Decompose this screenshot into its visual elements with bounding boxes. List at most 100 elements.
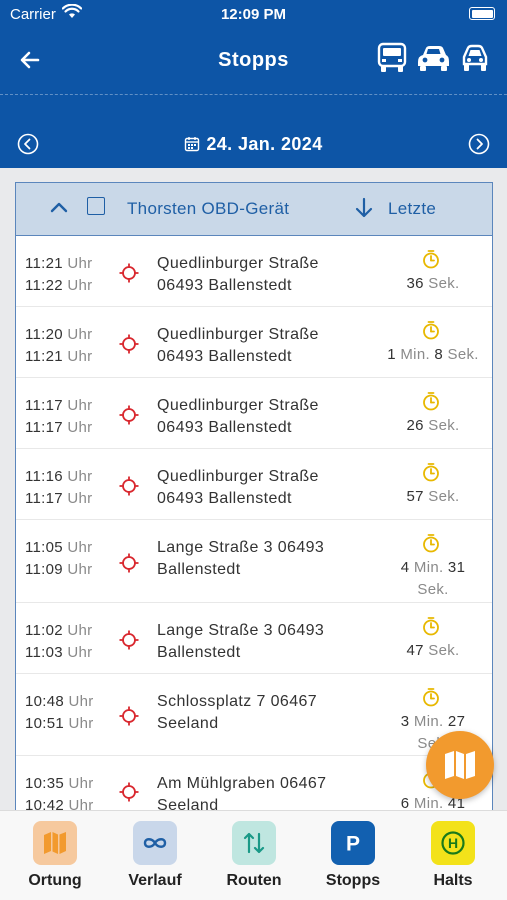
time-unit: Uhr [67,348,93,365]
location-target-icon[interactable] [118,475,140,497]
tab-routen[interactable]: Routen [209,821,299,890]
stopwatch-icon [423,534,439,553]
tab-label: Stopps [325,872,381,889]
address-street: Quedlinburger Straße [157,468,319,485]
time-unit: Uhr [68,775,94,792]
stopwatch-icon [423,392,439,411]
tab-label: Verlauf [128,872,182,889]
stop-times: 11:20 Uhr 11:21 Uhr [25,324,92,368]
stop-address: Quedlinburger Straße 06493 Ballenstedt [157,253,357,297]
location-target-icon[interactable] [118,333,140,355]
duration-line-1: 57 Sek. [406,488,460,505]
tab-ortung[interactable]: Ortung [10,821,100,890]
start-time: 11:16 [25,468,63,485]
location-target-icon[interactable] [118,781,140,803]
stopwatch-icon [423,250,439,269]
time-unit: Uhr [67,419,93,436]
stop-duration: 47 Sek. [371,640,492,662]
stop-row[interactable]: 11:02 Uhr 11:03 Uhr Lange Straße 3 06493 Ba… [16,603,492,674]
sort-label[interactable]: Letzte [388,199,436,219]
address-city: 06493 Ballenstedt [157,419,292,436]
stop-row[interactable]: 11:21 Uhr 11:22 Uhr Quedlinburger Straße 06… [16,236,492,307]
stop-times: 10:48 Uhr 10:51 Uhr [25,691,94,735]
duration-line-2: Sek. [417,581,449,598]
route-swap-icon [232,821,276,865]
stop-duration: 26 Sek. [371,415,492,437]
stopwatch-icon [423,321,439,340]
stop-address: Schlossplatz 7 06467 Seeland [157,691,357,735]
end-time: 11:17 [25,419,63,436]
stop-duration: 4 Min. 31 Sek. [371,557,492,601]
start-time: 11:20 [25,326,63,343]
time-unit: Uhr [67,255,93,272]
car-front-icon[interactable] [459,42,491,74]
header-divider [0,94,507,95]
start-time: 11:05 [25,539,63,556]
address-street: Quedlinburger Straße [157,326,319,343]
duration-line-1: 26 Sek. [406,417,460,434]
start-time: 11:17 [25,397,63,414]
stop-times: 11:02 Uhr 11:03 Uhr [25,620,92,664]
duration-line-1: 4 Min. 31 [400,559,466,576]
location-target-icon[interactable] [118,552,140,574]
parking-icon: P [331,821,375,865]
vehicle-type-switcher [377,42,491,74]
collapse-chevron-icon[interactable] [49,198,69,218]
location-target-icon[interactable] [118,404,140,426]
stop-row[interactable]: 11:17 Uhr 11:17 Uhr Quedlinburger Straße 06… [16,378,492,449]
address-street: Lange Straße 3 06493 [157,539,325,556]
time-unit: Uhr [67,561,93,578]
status-bar: Carrier 12:09 PM [0,0,507,30]
stop-address: Quedlinburger Straße 06493 Ballenstedt [157,324,357,368]
stop-times: 11:16 Uhr 11:17 Uhr [25,466,92,510]
stop-duration: 1 Min. 8 Sek. [371,344,492,366]
stop-row[interactable]: 11:20 Uhr 11:21 Uhr Quedlinburger Straße 06… [16,307,492,378]
date-label: 24. Jan. 2024 [206,134,323,154]
vehicle-name[interactable]: Thorsten OBD-Gerät [127,199,289,219]
car-icon[interactable] [415,42,451,74]
stops-list: 11:21 Uhr 11:22 Uhr Quedlinburger Straße 06… [16,236,492,821]
end-time: 11:21 [25,348,63,365]
stop-times: 11:17 Uhr 11:17 Uhr [25,395,92,439]
address-city: 06493 Ballenstedt [157,348,292,365]
tab-verlauf[interactable]: Verlauf [110,821,200,890]
address-street: Schlossplatz 7 06467 [157,693,318,710]
stop-row[interactable]: 10:48 Uhr 10:51 Uhr Schlossplatz 7 06467 Se… [16,674,492,756]
date-selector[interactable]: 24. Jan. 2024 [0,134,507,155]
stop-times: 11:05 Uhr 11:09 Uhr [25,537,92,581]
stopwatch-icon [423,617,439,636]
sort-arrow-down-icon[interactable] [355,197,373,219]
tab-halts[interactable]: H Halts [408,821,498,890]
infinity-icon [133,821,177,865]
stop-address: Lange Straße 3 06493 Ballenstedt [157,620,357,664]
location-target-icon[interactable] [118,262,140,284]
stop-row[interactable]: 11:16 Uhr 11:17 Uhr Quedlinburger Straße 06… [16,449,492,520]
truck-icon[interactable] [377,42,407,74]
address-street: Quedlinburger Straße [157,255,319,272]
map-fab-button[interactable] [426,731,494,799]
address-city: Ballenstedt [157,561,241,578]
svg-text:P: P [346,833,360,856]
stop-row[interactable]: 11:05 Uhr 11:09 Uhr Lange Straße 3 06493 Ba… [16,520,492,603]
map-icon [33,821,77,865]
next-day-icon[interactable] [468,133,490,155]
time-unit: Uhr [67,277,93,294]
end-time: 11:03 [25,644,63,661]
start-time: 11:21 [25,255,63,272]
stop-address: Lange Straße 3 06493 Ballenstedt [157,537,357,581]
address-city: 06493 Ballenstedt [157,277,292,294]
time-unit: Uhr [67,490,93,507]
time-unit: Uhr [67,644,93,661]
location-target-icon[interactable] [118,629,140,651]
time-unit: Uhr [67,397,93,414]
svg-text:H: H [448,835,458,851]
end-time: 11:09 [25,561,63,578]
location-target-icon[interactable] [118,705,140,727]
select-all-checkbox[interactable] [87,197,105,215]
end-time: 10:51 [25,715,65,732]
duration-line-1: 36 Sek. [406,275,460,292]
tab-stopps[interactable]: P Stopps [308,821,398,890]
time-unit: Uhr [67,622,93,639]
bottom-tab-bar: Ortung Verlauf Routen P Stopps H Halts [0,810,507,900]
address-street: Quedlinburger Straße [157,397,319,414]
